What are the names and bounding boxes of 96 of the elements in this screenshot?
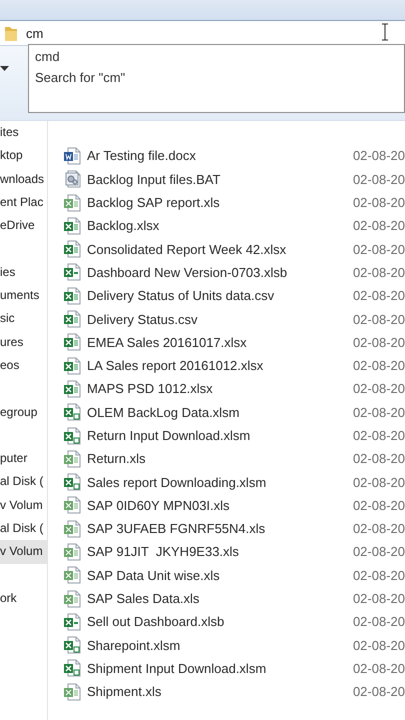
file-date: 02-08-20	[352, 195, 405, 210]
spreadsheet-file-icon	[62, 263, 81, 282]
sidebar-item[interactable]: ures	[0, 330, 47, 354]
spreadsheet-file-icon	[62, 496, 81, 514]
file-date: 02-08-20	[352, 660, 405, 676]
file-date: 02-08-20	[352, 288, 405, 304]
file-name[interactable]: Return Input Download.xlsm	[86, 428, 353, 443]
spreadsheet-file-icon	[62, 333, 81, 352]
spreadsheet-file-icon	[62, 216, 81, 235]
spreadsheet-file-icon	[62, 473, 81, 492]
file-date: 02-08-20	[352, 218, 405, 234]
spreadsheet-file-icon	[62, 590, 81, 608]
sidebar-item[interactable]: egroup	[0, 400, 47, 424]
document-file-icon	[62, 146, 81, 165]
file-name[interactable]: Shipment.xls	[86, 684, 353, 700]
file-date: 02-08-20	[352, 684, 405, 700]
gear-file-icon	[62, 170, 81, 188]
file-name[interactable]: Backlog SAP report.xls	[86, 195, 353, 210]
file-date: 02-08-20	[352, 638, 405, 653]
file-name[interactable]: SAP 3UFAEB FGNRF55N4.xls	[86, 521, 353, 536]
file-name[interactable]: SAP 91JIT JKYH9E33.xls	[86, 544, 353, 560]
file-name[interactable]: Delivery Status.csv	[86, 312, 353, 327]
file-date: 02-08-20	[352, 451, 405, 466]
address-text: cm	[26, 26, 44, 40]
sidebar-item[interactable]: v Volum	[0, 540, 47, 564]
file-name[interactable]: Ar Testing file.docx	[86, 148, 353, 164]
folder-icon	[4, 24, 18, 42]
file-name[interactable]: LA Sales report 20161012.xlsx	[86, 358, 353, 374]
file-name[interactable]: MAPS PSD 1012.xlsx	[86, 381, 353, 396]
file-date: 02-08-20	[352, 544, 405, 560]
spreadsheet-file-icon	[62, 240, 81, 258]
file-name[interactable]: Consolidated Report Week 42.xlsx	[86, 242, 353, 257]
file-name[interactable]: EMEA Sales 20161017.xlsx	[86, 334, 353, 350]
spreadsheet-file-icon	[62, 542, 81, 561]
spreadsheet-file-icon	[62, 636, 81, 654]
spreadsheet-file-icon	[62, 380, 81, 398]
file-name[interactable]: SAP Data Unit wise.xls	[86, 568, 353, 583]
spreadsheet-file-icon	[62, 310, 81, 328]
spreadsheet-file-icon	[62, 566, 81, 584]
caret-icon[interactable]	[0, 66, 10, 72]
sidebar-item[interactable]: ent Plac	[0, 190, 47, 214]
file-name[interactable]: Dashboard New Version-0703.xlsb	[86, 264, 353, 280]
file-date: 02-08-20	[352, 312, 405, 327]
file-date: 02-08-20	[352, 381, 405, 396]
file-name[interactable]: OLEM BackLog Data.xlsm	[86, 404, 353, 420]
sidebar-item[interactable]: wnloads	[0, 168, 47, 191]
file-date: 02-08-20	[352, 498, 405, 513]
file-name[interactable]: Return.xls	[86, 451, 353, 466]
file-date: 02-08-20	[352, 148, 405, 164]
spreadsheet-file-icon	[62, 403, 81, 422]
sidebar-item[interactable]: sic	[0, 307, 47, 331]
sidebar-item[interactable]: ies	[0, 260, 47, 284]
text-cursor-icon	[381, 23, 389, 41]
suggestion-item[interactable]: cmd	[35, 47, 398, 66]
spreadsheet-file-icon	[62, 286, 81, 305]
spreadsheet-file-icon	[62, 682, 81, 701]
file-date: 02-08-20	[352, 404, 405, 420]
file-name[interactable]: Backlog.xlsx	[86, 218, 353, 234]
file-name[interactable]: Backlog Input files.BAT	[86, 172, 353, 187]
spreadsheet-file-icon	[62, 520, 81, 538]
file-date: 02-08-20	[352, 521, 405, 536]
file-date: 02-08-20	[352, 242, 405, 257]
sidebar-item[interactable]: ites	[0, 121, 47, 144]
sidebar-item[interactable]: al Disk (	[0, 517, 47, 540]
spreadsheet-file-icon	[62, 356, 81, 375]
spreadsheet-file-icon	[62, 194, 81, 212]
sidebar-item[interactable]: eDrive	[0, 214, 47, 238]
file-date: 02-08-20	[352, 591, 405, 606]
sidebar-item[interactable]: ork	[0, 586, 47, 610]
spreadsheet-file-icon	[62, 450, 81, 468]
file-date: 02-08-20	[352, 614, 405, 630]
sidebar-item[interactable]: puter	[0, 447, 47, 470]
sidebar-item[interactable]: ktop	[0, 144, 47, 168]
file-date: 02-08-20	[352, 264, 405, 280]
file-date: 02-08-20	[352, 172, 405, 187]
spreadsheet-file-icon	[62, 426, 81, 444]
spreadsheet-file-icon	[62, 659, 81, 678]
sidebar-item[interactable]: al Disk (	[0, 470, 47, 494]
file-name[interactable]: Sharepoint.xlsm	[86, 638, 353, 653]
file-name[interactable]: SAP 0ID60Y MPN03I.xls	[86, 498, 353, 513]
sidebar-item[interactable]: v Volum	[0, 494, 47, 518]
file-date: 02-08-20	[352, 474, 405, 490]
file-name[interactable]: Delivery Status of Units data.csv	[86, 288, 353, 304]
file-name[interactable]: Shipment Input Download.xlsm	[86, 660, 353, 676]
file-name[interactable]: Sell out Dashboard.xlsb	[86, 614, 353, 630]
sidebar-item[interactable]: uments	[0, 284, 47, 308]
sidebar-item[interactable]: eos	[0, 354, 47, 378]
file-name[interactable]: Sales report Downloading.xlsm	[86, 474, 353, 490]
address-field[interactable]: cm	[0, 20, 405, 46]
file-date: 02-08-20	[352, 568, 405, 583]
spreadsheet-file-icon	[62, 612, 81, 631]
suggestion-item[interactable]: Search for "cm"	[35, 68, 398, 87]
file-date: 02-08-20	[352, 428, 405, 443]
file-date: 02-08-20	[352, 334, 405, 350]
file-name[interactable]: SAP Sales Data.xls	[86, 591, 353, 606]
file-date: 02-08-20	[352, 358, 405, 374]
